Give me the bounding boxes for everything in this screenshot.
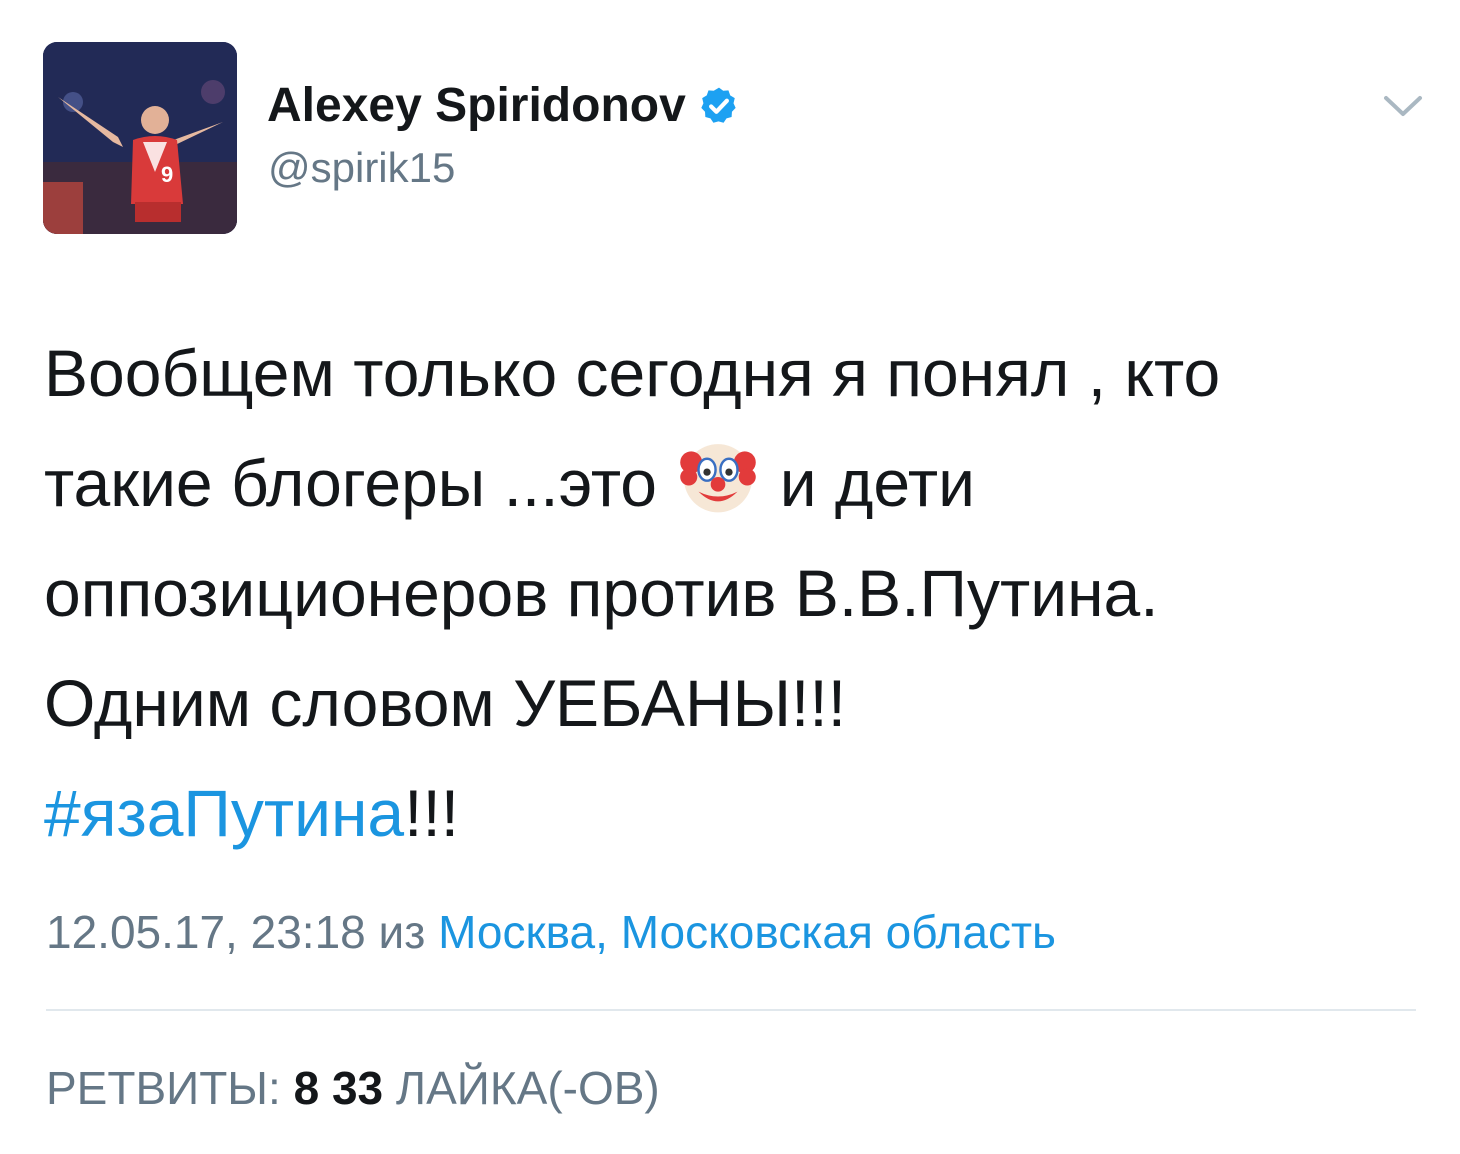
author-name[interactable]: Alexey Spiridonov [267, 78, 740, 134]
tweet-line: #язаПутина!!! [44, 758, 1424, 868]
retweets-count[interactable]: 8 [294, 1062, 320, 1114]
svg-text:9: 9 [161, 162, 173, 187]
verified-badge-icon [701, 87, 736, 123]
tweet-text: Вообщем только сегодня я понял , кто так… [44, 318, 1424, 868]
author-name-text[interactable]: Alexey Spiridonov [267, 78, 686, 134]
author-handle[interactable]: @spirik15 [268, 142, 455, 194]
tweet-line: оппозиционеров против В.В.Путина. [44, 556, 1159, 630]
chevron-down-icon[interactable] [1380, 90, 1426, 120]
tweet-card: 9 Alexey Spiridonov @spirik15 Вообщем то… [0, 0, 1460, 1154]
hashtag-suffix: !!! [404, 776, 460, 850]
likes-label[interactable]: ЛАЙКА(-ОВ) [396, 1062, 660, 1114]
retweets-label[interactable]: РЕТВИТЫ: [46, 1062, 281, 1114]
tweet-line: Вообщем только сегодня я понял , кто [44, 336, 1221, 410]
tweet-meta: 12.05.17, 23:18 из Москва, Московская об… [46, 902, 1056, 962]
tweet-line: такие блогеры ...это и дети [44, 428, 1424, 538]
likes-count[interactable]: 33 [332, 1062, 383, 1114]
tweet-line-part: и дети [779, 446, 976, 520]
location-link[interactable]: Москва, Московская область [438, 906, 1056, 958]
avatar[interactable]: 9 [43, 42, 237, 234]
timestamp[interactable]: 12.05.17, 23:18 [46, 906, 366, 958]
from-word: из [378, 906, 426, 958]
tweet-stats: РЕТВИТЫ: 8 33 ЛАЙКА(-ОВ) [46, 1058, 660, 1118]
tweet-line: Одним словом УЕБАНЫ!!! [44, 666, 847, 740]
tweet-line-part: такие блогеры ...это [44, 446, 658, 520]
clown-face-icon [680, 444, 757, 513]
hashtag-link[interactable]: #язаПутина [44, 776, 404, 850]
divider [46, 1009, 1416, 1011]
